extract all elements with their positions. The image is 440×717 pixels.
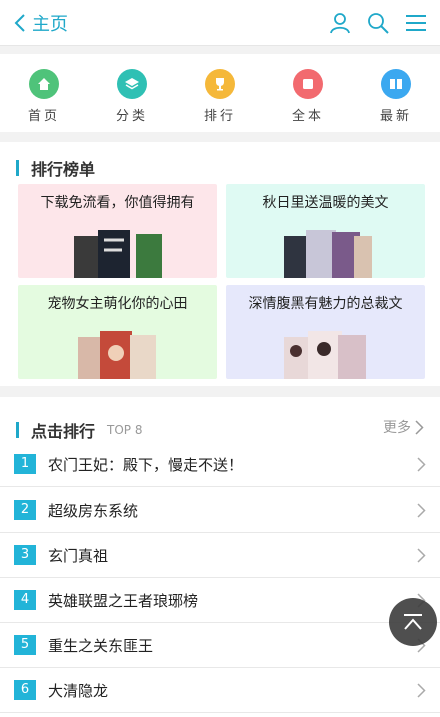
ranking-row[interactable]: 2 超级房东系统 xyxy=(0,488,440,533)
back-to-top-icon xyxy=(404,614,422,630)
rank-card-title: 深情腹黑有魅力的总裁文 xyxy=(248,296,403,312)
book-covers-image xyxy=(284,331,366,379)
book-square-icon xyxy=(293,69,323,99)
nav-label: 最新 xyxy=(379,109,412,124)
more-link[interactable]: 更多 xyxy=(383,417,424,437)
layers-icon xyxy=(117,69,147,99)
nav-label: 分类 xyxy=(115,109,148,124)
chevron-right-icon xyxy=(415,419,424,435)
user-icon[interactable] xyxy=(328,11,352,35)
rank-list-section: 排行榜单 下载免流看，你值得拥有 秋日里送温暖的美文 宠物女主萌化你的心田 深情… xyxy=(0,142,440,386)
nav-latest[interactable]: 最新 xyxy=(352,54,440,132)
back-to-top-button[interactable] xyxy=(389,598,437,646)
rank-number-badge: 6 xyxy=(14,680,36,700)
rank-card[interactable]: 宠物女主萌化你的心田 xyxy=(18,285,217,379)
rank-card[interactable]: 下载免流看，你值得拥有 xyxy=(18,184,217,278)
rank-card[interactable]: 深情腹黑有魅力的总裁文 xyxy=(226,285,425,379)
chevron-right-icon xyxy=(417,502,426,518)
rank-card-title: 下载免流看，你值得拥有 xyxy=(40,195,195,211)
top-count-label: TOP 8 xyxy=(107,423,143,437)
nav-ranking[interactable]: 排行 xyxy=(176,54,264,132)
book-title: 超级房东系统 xyxy=(48,501,139,520)
book-title: 英雄联盟之王者琅琊榜 xyxy=(48,591,199,610)
more-label: 更多 xyxy=(383,420,411,436)
nav-label: 全本 xyxy=(291,109,324,124)
section-accent-bar xyxy=(16,160,19,176)
chevron-left-icon xyxy=(14,14,25,32)
book-covers-image xyxy=(74,230,162,278)
rank-number-badge: 2 xyxy=(14,500,36,520)
rank-number-badge: 5 xyxy=(14,635,36,655)
book-title: 重生之关东匪王 xyxy=(48,636,154,655)
back-label: 主页 xyxy=(32,14,68,35)
section-title: 点击排行 TOP 8 xyxy=(16,418,142,442)
click-ranking-section: 点击排行 TOP 8 更多 1 农门王妃：殿下，慢走不送！ 2 超级房东系统 3… xyxy=(0,397,440,717)
rank-number-badge: 1 xyxy=(14,454,36,474)
ranking-row[interactable]: 3 玄门真祖 xyxy=(0,533,440,578)
rank-card[interactable]: 秋日里送温暖的美文 xyxy=(226,184,425,278)
nav-home[interactable]: 首页 xyxy=(0,54,88,132)
rank-number-badge: 3 xyxy=(14,545,36,565)
book-title: 农门王妃：殿下，慢走不送！ xyxy=(48,455,244,474)
nav-label: 首页 xyxy=(27,109,60,124)
ranking-row[interactable]: 1 农门王妃：殿下，慢走不送！ xyxy=(0,442,440,487)
book-covers-image xyxy=(78,331,156,379)
section-title-text: 点击排行 xyxy=(31,422,96,441)
section-title-text: 排行榜单 xyxy=(31,160,96,179)
trophy-icon xyxy=(205,69,235,99)
open-book-icon xyxy=(381,69,411,99)
nav-complete[interactable]: 全本 xyxy=(264,54,352,132)
rank-card-title: 宠物女主萌化你的心田 xyxy=(47,296,188,312)
nav-category[interactable]: 分类 xyxy=(88,54,176,132)
ranking-row[interactable]: 5 重生之关东匪王 xyxy=(0,623,440,668)
book-covers-image xyxy=(284,230,372,278)
rank-number-badge: 4 xyxy=(14,590,36,610)
search-icon[interactable] xyxy=(366,11,390,35)
category-nav: 首页 分类 排行 全本 最新 xyxy=(0,54,440,132)
section-title: 排行榜单 xyxy=(16,156,95,180)
ranking-row[interactable]: 6 大清隐龙 xyxy=(0,668,440,713)
book-title: 大清隐龙 xyxy=(48,681,109,700)
ranking-row[interactable]: 4 英雄联盟之王者琅琊榜 xyxy=(0,578,440,623)
nav-label: 排行 xyxy=(203,109,236,124)
top-bar: 主页 xyxy=(0,0,440,46)
section-accent-bar xyxy=(16,422,19,438)
book-title: 玄门真祖 xyxy=(48,546,109,565)
menu-icon[interactable] xyxy=(404,11,428,35)
rank-card-title: 秋日里送温暖的美文 xyxy=(262,195,389,211)
chevron-right-icon xyxy=(417,456,426,472)
chevron-right-icon xyxy=(417,547,426,563)
back-button[interactable]: 主页 xyxy=(14,10,68,36)
home-icon xyxy=(29,69,59,99)
chevron-right-icon xyxy=(417,682,426,698)
